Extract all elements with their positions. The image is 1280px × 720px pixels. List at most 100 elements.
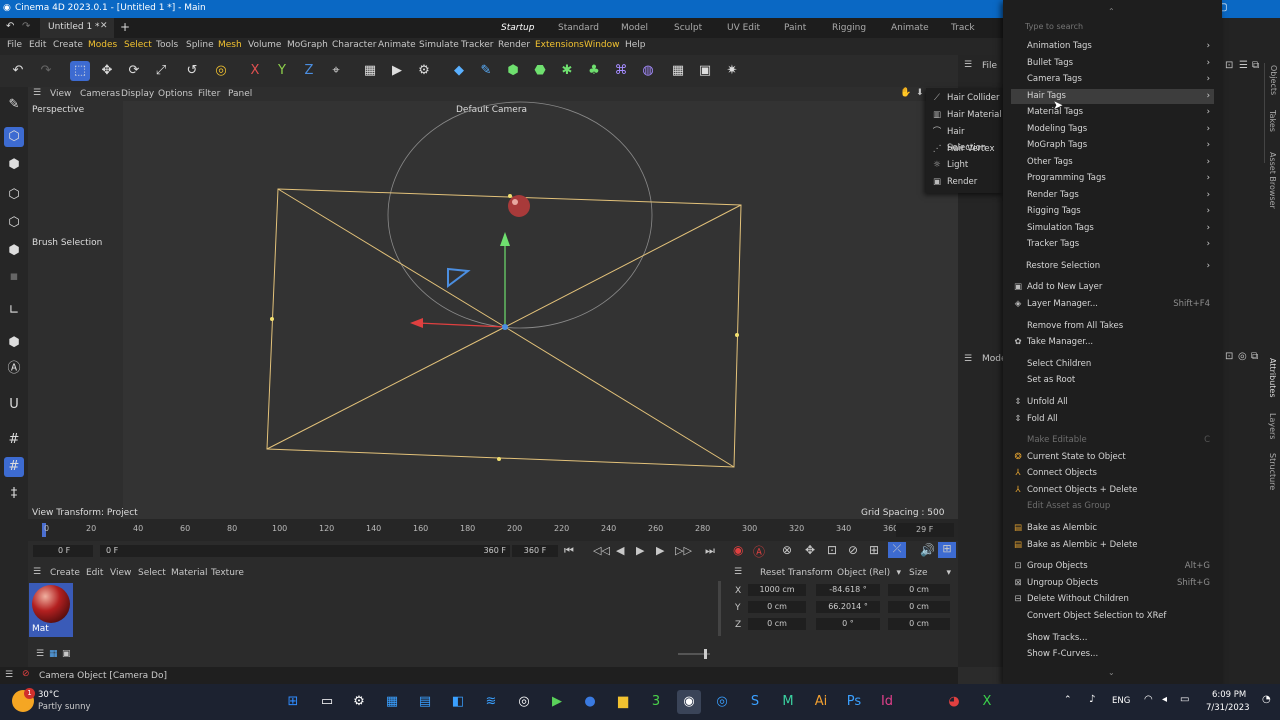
submenu-hair-selection[interactable]: ⌒ Hair Selection: [930, 124, 1004, 153]
autokey-icon[interactable]: Ⓐ: [753, 543, 765, 560]
edges-mode-icon[interactable]: ⬡: [4, 213, 24, 233]
cm-restore-selection[interactable]: Restore Selection ›: [1011, 259, 1214, 274]
submenu-hair-vertex[interactable]: ⋰ Hair Vertex: [930, 141, 1004, 157]
field-icon[interactable]: ◍: [638, 61, 658, 81]
object-hamburger-icon[interactable]: ☰: [964, 60, 972, 70]
live-selection-icon[interactable]: ⬚: [70, 61, 90, 81]
size-x-field[interactable]: 0 cm: [888, 584, 950, 596]
record-icon[interactable]: ◉: [733, 543, 743, 557]
teams-icon[interactable]: ▦: [380, 690, 404, 714]
menu-edit[interactable]: Edit: [29, 40, 46, 50]
cm-other-tags[interactable]: Other Tags ›: [1011, 155, 1214, 170]
cm-camera-tags[interactable]: Camera Tags ›: [1011, 72, 1214, 87]
render-settings-icon[interactable]: ⚙: [414, 61, 434, 81]
tab-standard[interactable]: Standard: [558, 18, 599, 38]
cm-connect-objects[interactable]: ⅄ Connect Objects: [1011, 466, 1214, 481]
task-view-icon[interactable]: ▭: [315, 690, 339, 714]
cm-unfold-all[interactable]: ⇕ Unfold All: [1011, 395, 1214, 410]
cm-bake-as-alembic[interactable]: ▤ Bake as Alembic: [1011, 521, 1214, 536]
viewport-menu-panel[interactable]: Panel: [228, 89, 252, 99]
coord-mode-dropdown[interactable]: Object (Rel) ▾: [835, 566, 903, 579]
cube-icon[interactable]: ◆: [449, 61, 469, 81]
notification-bell-icon[interactable]: ◔: [1262, 694, 1271, 705]
rotation-key-icon[interactable]: ⊡: [827, 543, 837, 557]
pen-icon[interactable]: ✎: [476, 61, 496, 81]
cm-modeling-tags[interactable]: Modeling Tags ›: [1011, 122, 1214, 137]
tab-animate[interactable]: Animate: [891, 18, 929, 38]
timeline-ruler[interactable]: 0 20 40 60 80 100 120 140 160 180 200 22…: [28, 519, 958, 541]
menu-render[interactable]: Render: [498, 40, 530, 50]
menu-mesh[interactable]: Mesh: [218, 40, 242, 50]
attr-hamburger-icon[interactable]: ☰: [964, 354, 972, 364]
reset-transform-button[interactable]: Reset Transform: [760, 568, 833, 578]
mat-menu-create[interactable]: Create: [50, 568, 80, 578]
viewport-nav-icon[interactable]: ⬇: [916, 88, 924, 98]
menu-modes[interactable]: Modes: [88, 40, 117, 50]
viewport-menu-display[interactable]: Display: [121, 89, 154, 99]
viewport-menu-view[interactable]: View: [50, 89, 71, 99]
file-explorer-icon[interactable]: ▆: [611, 690, 635, 714]
material-scrollbar[interactable]: [718, 581, 721, 636]
menu-help[interactable]: Help: [625, 40, 646, 50]
side-tab-asset-browser[interactable]: Asset Browser: [1268, 152, 1277, 209]
filter-icon[interactable]: ☰: [1239, 60, 1248, 71]
cinema4d-taskbar-icon[interactable]: ◉: [677, 690, 701, 714]
next-key-icon[interactable]: ▷▷: [675, 544, 692, 557]
tab-startup[interactable]: Startup: [501, 18, 534, 38]
interpolation-icon[interactable]: ⤫: [888, 542, 906, 558]
quantize-icon[interactable]: ‡: [4, 484, 24, 504]
go-to-end-icon[interactable]: ⏭: [705, 544, 715, 558]
show-hidden-icon[interactable]: ⌃: [1064, 695, 1072, 705]
cm-remove-from-all-takes[interactable]: Remove from All Takes: [1011, 319, 1214, 334]
cm-fold-all[interactable]: ⇕ Fold All: [1011, 412, 1214, 427]
cm-bullet-tags[interactable]: Bullet Tags ›: [1011, 56, 1214, 71]
app-3-icon[interactable]: 3: [644, 690, 668, 714]
list-view-icon[interactable]: ☰: [36, 649, 44, 659]
cm-material-tags[interactable]: Material Tags ›: [1011, 105, 1214, 120]
submenu-hair-collider[interactable]: ⟋ Hair Collider: [930, 90, 1004, 106]
workplane-icon[interactable]: #: [4, 430, 24, 450]
new-tab-icon[interactable]: +: [120, 20, 130, 34]
x-axis-icon[interactable]: X: [245, 61, 265, 81]
arrow-app-icon[interactable]: ▶: [545, 690, 569, 714]
move-icon[interactable]: ✥: [97, 61, 117, 81]
polygons-mode-icon[interactable]: ⬢: [4, 241, 24, 261]
start-icon[interactable]: ⊞: [281, 690, 305, 714]
mat-menu-select[interactable]: Select: [138, 568, 166, 578]
cm-set-as-root[interactable]: Set as Root: [1011, 373, 1214, 388]
side-tab-structure[interactable]: Structure: [1268, 453, 1277, 490]
redo-history-icon[interactable]: ↷: [22, 21, 30, 32]
prev-frame-icon[interactable]: ◀: [616, 544, 624, 557]
y-axis-icon[interactable]: Y: [272, 61, 292, 81]
side-tab-layers[interactable]: Layers: [1268, 413, 1277, 439]
zoom-slider-handle[interactable]: [704, 649, 707, 659]
axis-mode-icon[interactable]: ∟: [4, 301, 24, 321]
cm-hair-tags[interactable]: Hair Tags ›: [1011, 89, 1214, 104]
light-icon[interactable]: ✷: [722, 61, 742, 81]
menu-create[interactable]: Create: [53, 40, 83, 50]
cm-add-to-new-layer[interactable]: ▣ Add to New Layer: [1011, 280, 1214, 295]
document-tab[interactable]: Untitled 1 * ✕: [40, 18, 114, 38]
start-frame-field[interactable]: 0 F: [33, 545, 93, 557]
clapper-icon[interactable]: ▦: [360, 61, 380, 81]
texture-mode-icon[interactable]: ⬢: [4, 155, 24, 175]
frame-range-slider[interactable]: 0 F 360 F: [100, 545, 510, 557]
attr-search-icon[interactable]: ◎: [1238, 351, 1247, 362]
material-hamburger-icon[interactable]: ☰: [33, 567, 41, 577]
redo-icon[interactable]: ↷: [36, 61, 56, 81]
submenu-hair-material[interactable]: ▥ Hair Material: [930, 107, 1004, 123]
cm-mograph-tags[interactable]: MoGraph Tags ›: [1011, 138, 1214, 153]
app-m-icon[interactable]: M: [776, 690, 800, 714]
attr-new-window-icon[interactable]: ⧉: [1251, 351, 1258, 362]
cm-bake-as-alembic-delete[interactable]: ▤ Bake as Alembic + Delete: [1011, 538, 1214, 553]
mat-menu-texture[interactable]: Texture: [211, 568, 244, 578]
position-y-field[interactable]: 0 cm: [748, 601, 806, 613]
rotation-p-field[interactable]: 66.2014 °: [816, 601, 880, 613]
position-key-icon[interactable]: ✥: [805, 543, 815, 557]
menu-tools[interactable]: Tools: [156, 40, 178, 50]
menu-animate[interactable]: Animate: [378, 40, 416, 50]
side-tab-objects[interactable]: Objects: [1269, 65, 1278, 95]
cm-take-manager[interactable]: ✿ Take Manager...: [1011, 335, 1214, 350]
microphone-icon[interactable]: ♪: [1089, 694, 1095, 705]
grid-view-icon[interactable]: ▦: [49, 649, 58, 659]
